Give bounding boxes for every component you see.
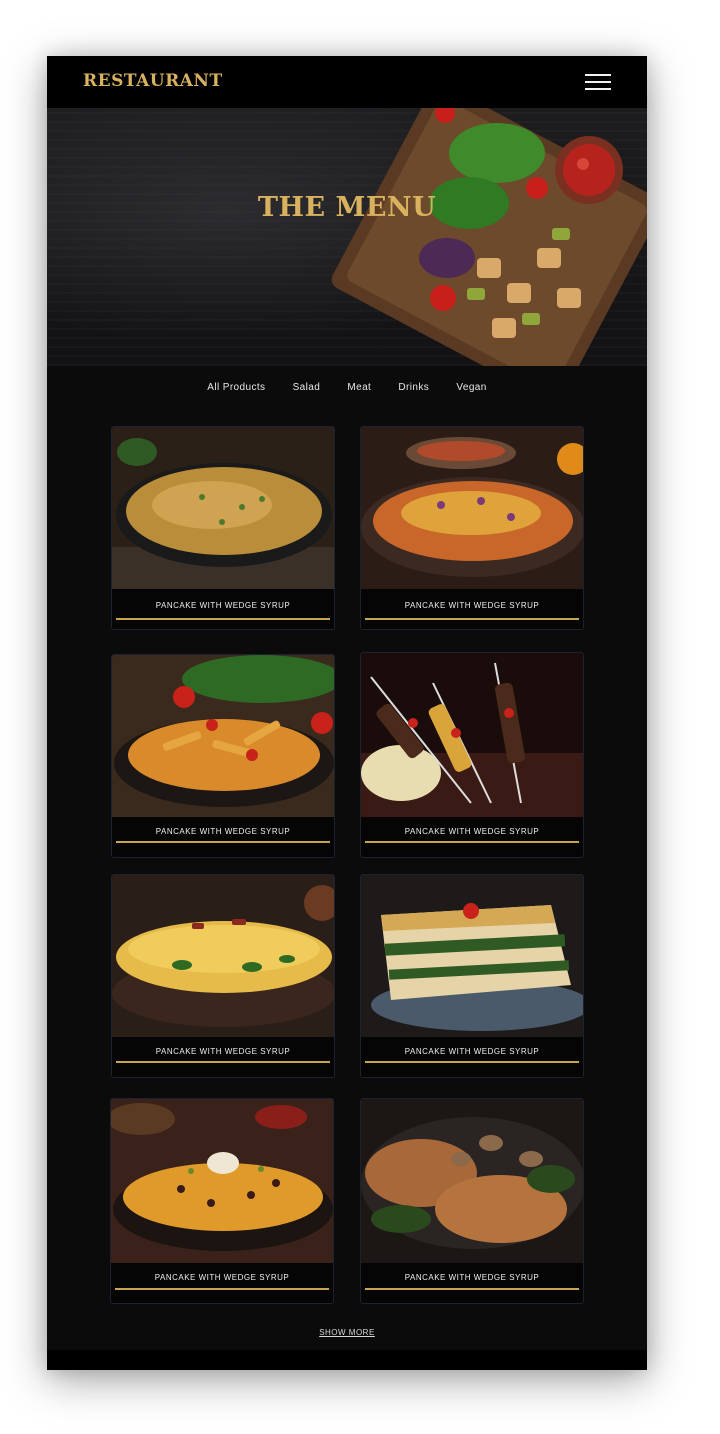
product-card[interactable]: PANCAKE WITH WEDGE SYRUP xyxy=(110,1098,334,1304)
filter-salad[interactable]: Salad xyxy=(293,382,321,393)
product-image-enchiladas xyxy=(361,427,583,589)
product-underline xyxy=(365,1061,579,1063)
product-card[interactable]: PANCAKE WITH WEDGE SYRUP xyxy=(360,426,584,630)
show-more-link[interactable]: SHOW MORE xyxy=(47,1328,647,1337)
product-image-pork-chops xyxy=(361,1099,583,1263)
logo[interactable]: RESTAURANT xyxy=(83,71,223,91)
food-board-image xyxy=(331,108,647,366)
product-name: PANCAKE WITH WEDGE SYRUP xyxy=(154,1273,290,1282)
filter-all-products[interactable]: All Products xyxy=(207,382,265,393)
product-name: PANCAKE WITH WEDGE SYRUP xyxy=(404,827,540,836)
product-name: PANCAKE WITH WEDGE SYRUP xyxy=(404,1047,540,1056)
product-underline xyxy=(116,841,330,843)
footer-bar xyxy=(47,1350,647,1370)
product-image-nachos xyxy=(111,1099,333,1263)
product-card[interactable]: PANCAKE WITH WEDGE SYRUP xyxy=(111,874,335,1078)
product-card[interactable]: PANCAKE WITH WEDGE SYRUP xyxy=(111,654,335,858)
product-name: PANCAKE WITH WEDGE SYRUP xyxy=(404,1273,540,1282)
hamburger-menu-icon[interactable] xyxy=(585,74,611,90)
category-filters: All Products Salad Meat Drinks Vegan xyxy=(47,382,647,393)
product-name: PANCAKE WITH WEDGE SYRUP xyxy=(155,1047,291,1056)
product-name: PANCAKE WITH WEDGE SYRUP xyxy=(155,601,291,610)
page-frame: RESTAURANT THE MENU All Products Salad M… xyxy=(47,56,647,1370)
product-underline xyxy=(365,1288,579,1290)
product-underline xyxy=(115,1288,329,1290)
product-underline xyxy=(116,1061,330,1063)
product-image-lasagna xyxy=(361,875,583,1037)
product-image-omelette xyxy=(112,875,334,1037)
product-card[interactable]: PANCAKE WITH WEDGE SYRUP xyxy=(360,652,584,858)
product-card[interactable]: PANCAKE WITH WEDGE SYRUP xyxy=(360,1098,584,1304)
product-name: PANCAKE WITH WEDGE SYRUP xyxy=(404,601,540,610)
hero-title: THE MENU xyxy=(257,192,437,223)
product-underline xyxy=(365,841,579,843)
filter-vegan[interactable]: Vegan xyxy=(456,382,486,393)
product-image-mac-and-cheese xyxy=(112,427,334,589)
site-header: RESTAURANT xyxy=(47,56,647,108)
product-image-penne-pasta xyxy=(112,655,334,817)
product-underline xyxy=(365,618,579,620)
product-card[interactable]: PANCAKE WITH WEDGE SYRUP xyxy=(360,874,584,1078)
filter-drinks[interactable]: Drinks xyxy=(398,382,429,393)
product-image-meat-skewers xyxy=(361,653,583,817)
product-card[interactable]: PANCAKE WITH WEDGE SYRUP xyxy=(111,426,335,630)
hero-banner: THE MENU xyxy=(47,108,647,366)
product-underline xyxy=(116,618,330,620)
filter-meat[interactable]: Meat xyxy=(347,382,371,393)
product-name: PANCAKE WITH WEDGE SYRUP xyxy=(155,827,291,836)
